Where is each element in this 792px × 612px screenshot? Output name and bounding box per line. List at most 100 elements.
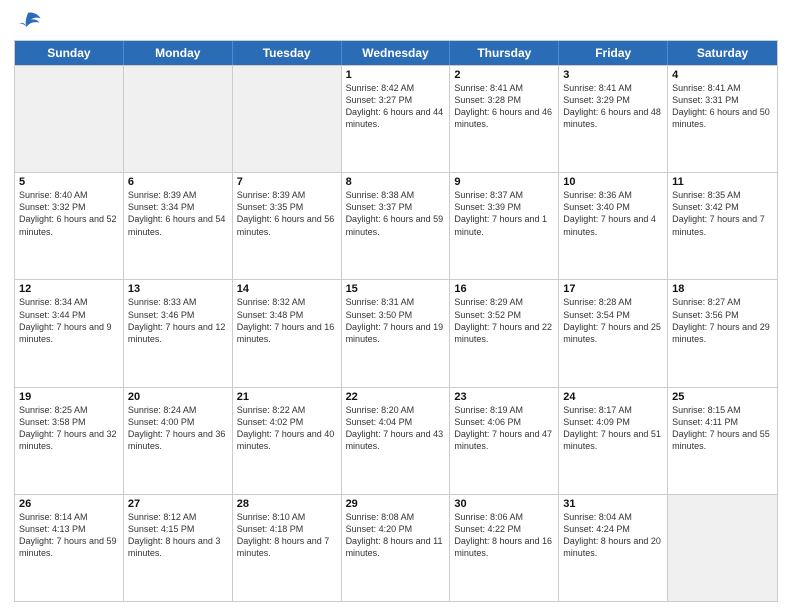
day-info: Sunrise: 8:41 AM Sunset: 3:28 PM Dayligh…	[454, 82, 554, 131]
day-cell-12: 12Sunrise: 8:34 AM Sunset: 3:44 PM Dayli…	[15, 280, 124, 386]
day-number: 12	[19, 283, 119, 295]
day-info: Sunrise: 8:20 AM Sunset: 4:04 PM Dayligh…	[346, 404, 446, 453]
empty-cell	[233, 66, 342, 172]
page: SundayMondayTuesdayWednesdayThursdayFrid…	[0, 0, 792, 612]
day-info: Sunrise: 8:08 AM Sunset: 4:20 PM Dayligh…	[346, 511, 446, 560]
day-cell-15: 15Sunrise: 8:31 AM Sunset: 3:50 PM Dayli…	[342, 280, 451, 386]
day-number: 6	[128, 176, 228, 188]
day-cell-20: 20Sunrise: 8:24 AM Sunset: 4:00 PM Dayli…	[124, 388, 233, 494]
day-info: Sunrise: 8:41 AM Sunset: 3:31 PM Dayligh…	[672, 82, 773, 131]
day-cell-8: 8Sunrise: 8:38 AM Sunset: 3:37 PM Daylig…	[342, 173, 451, 279]
day-info: Sunrise: 8:19 AM Sunset: 4:06 PM Dayligh…	[454, 404, 554, 453]
empty-cell	[668, 495, 777, 601]
day-number: 15	[346, 283, 446, 295]
day-cell-22: 22Sunrise: 8:20 AM Sunset: 4:04 PM Dayli…	[342, 388, 451, 494]
day-number: 28	[237, 498, 337, 510]
day-number: 18	[672, 283, 773, 295]
day-cell-4: 4Sunrise: 8:41 AM Sunset: 3:31 PM Daylig…	[668, 66, 777, 172]
day-cell-30: 30Sunrise: 8:06 AM Sunset: 4:22 PM Dayli…	[450, 495, 559, 601]
day-info: Sunrise: 8:41 AM Sunset: 3:29 PM Dayligh…	[563, 82, 663, 131]
day-info: Sunrise: 8:24 AM Sunset: 4:00 PM Dayligh…	[128, 404, 228, 453]
day-number: 21	[237, 391, 337, 403]
day-number: 13	[128, 283, 228, 295]
day-number: 3	[563, 69, 663, 81]
day-info: Sunrise: 8:04 AM Sunset: 4:24 PM Dayligh…	[563, 511, 663, 560]
calendar-header: SundayMondayTuesdayWednesdayThursdayFrid…	[15, 41, 777, 65]
day-cell-9: 9Sunrise: 8:37 AM Sunset: 3:39 PM Daylig…	[450, 173, 559, 279]
header	[14, 10, 778, 34]
day-cell-28: 28Sunrise: 8:10 AM Sunset: 4:18 PM Dayli…	[233, 495, 342, 601]
day-number: 26	[19, 498, 119, 510]
day-number: 24	[563, 391, 663, 403]
day-cell-27: 27Sunrise: 8:12 AM Sunset: 4:15 PM Dayli…	[124, 495, 233, 601]
day-cell-19: 19Sunrise: 8:25 AM Sunset: 3:58 PM Dayli…	[15, 388, 124, 494]
weekday-header-wednesday: Wednesday	[342, 41, 451, 65]
day-number: 4	[672, 69, 773, 81]
weekday-header-sunday: Sunday	[15, 41, 124, 65]
calendar: SundayMondayTuesdayWednesdayThursdayFrid…	[14, 40, 778, 602]
day-info: Sunrise: 8:28 AM Sunset: 3:54 PM Dayligh…	[563, 296, 663, 345]
day-info: Sunrise: 8:06 AM Sunset: 4:22 PM Dayligh…	[454, 511, 554, 560]
day-info: Sunrise: 8:37 AM Sunset: 3:39 PM Dayligh…	[454, 189, 554, 238]
day-number: 11	[672, 176, 773, 188]
day-info: Sunrise: 8:39 AM Sunset: 3:34 PM Dayligh…	[128, 189, 228, 238]
day-info: Sunrise: 8:25 AM Sunset: 3:58 PM Dayligh…	[19, 404, 119, 453]
day-info: Sunrise: 8:34 AM Sunset: 3:44 PM Dayligh…	[19, 296, 119, 345]
day-number: 23	[454, 391, 554, 403]
day-info: Sunrise: 8:29 AM Sunset: 3:52 PM Dayligh…	[454, 296, 554, 345]
day-info: Sunrise: 8:33 AM Sunset: 3:46 PM Dayligh…	[128, 296, 228, 345]
day-number: 8	[346, 176, 446, 188]
day-info: Sunrise: 8:22 AM Sunset: 4:02 PM Dayligh…	[237, 404, 337, 453]
day-info: Sunrise: 8:40 AM Sunset: 3:32 PM Dayligh…	[19, 189, 119, 238]
day-info: Sunrise: 8:42 AM Sunset: 3:27 PM Dayligh…	[346, 82, 446, 131]
day-info: Sunrise: 8:14 AM Sunset: 4:13 PM Dayligh…	[19, 511, 119, 560]
logo-icon	[14, 10, 42, 34]
day-cell-14: 14Sunrise: 8:32 AM Sunset: 3:48 PM Dayli…	[233, 280, 342, 386]
day-cell-6: 6Sunrise: 8:39 AM Sunset: 3:34 PM Daylig…	[124, 173, 233, 279]
weekday-header-tuesday: Tuesday	[233, 41, 342, 65]
day-cell-31: 31Sunrise: 8:04 AM Sunset: 4:24 PM Dayli…	[559, 495, 668, 601]
day-info: Sunrise: 8:36 AM Sunset: 3:40 PM Dayligh…	[563, 189, 663, 238]
day-cell-11: 11Sunrise: 8:35 AM Sunset: 3:42 PM Dayli…	[668, 173, 777, 279]
empty-cell	[15, 66, 124, 172]
calendar-row-3: 12Sunrise: 8:34 AM Sunset: 3:44 PM Dayli…	[15, 279, 777, 386]
day-cell-5: 5Sunrise: 8:40 AM Sunset: 3:32 PM Daylig…	[15, 173, 124, 279]
day-cell-3: 3Sunrise: 8:41 AM Sunset: 3:29 PM Daylig…	[559, 66, 668, 172]
day-cell-1: 1Sunrise: 8:42 AM Sunset: 3:27 PM Daylig…	[342, 66, 451, 172]
day-number: 10	[563, 176, 663, 188]
calendar-row-1: 1Sunrise: 8:42 AM Sunset: 3:27 PM Daylig…	[15, 65, 777, 172]
day-cell-10: 10Sunrise: 8:36 AM Sunset: 3:40 PM Dayli…	[559, 173, 668, 279]
calendar-row-2: 5Sunrise: 8:40 AM Sunset: 3:32 PM Daylig…	[15, 172, 777, 279]
day-number: 25	[672, 391, 773, 403]
weekday-header-friday: Friday	[559, 41, 668, 65]
day-info: Sunrise: 8:32 AM Sunset: 3:48 PM Dayligh…	[237, 296, 337, 345]
day-number: 27	[128, 498, 228, 510]
day-number: 1	[346, 69, 446, 81]
day-info: Sunrise: 8:35 AM Sunset: 3:42 PM Dayligh…	[672, 189, 773, 238]
day-info: Sunrise: 8:38 AM Sunset: 3:37 PM Dayligh…	[346, 189, 446, 238]
calendar-row-5: 26Sunrise: 8:14 AM Sunset: 4:13 PM Dayli…	[15, 494, 777, 601]
day-info: Sunrise: 8:31 AM Sunset: 3:50 PM Dayligh…	[346, 296, 446, 345]
day-cell-2: 2Sunrise: 8:41 AM Sunset: 3:28 PM Daylig…	[450, 66, 559, 172]
empty-cell	[124, 66, 233, 172]
calendar-row-4: 19Sunrise: 8:25 AM Sunset: 3:58 PM Dayli…	[15, 387, 777, 494]
day-info: Sunrise: 8:12 AM Sunset: 4:15 PM Dayligh…	[128, 511, 228, 560]
day-info: Sunrise: 8:15 AM Sunset: 4:11 PM Dayligh…	[672, 404, 773, 453]
day-number: 20	[128, 391, 228, 403]
day-cell-17: 17Sunrise: 8:28 AM Sunset: 3:54 PM Dayli…	[559, 280, 668, 386]
day-number: 31	[563, 498, 663, 510]
weekday-header-saturday: Saturday	[668, 41, 777, 65]
day-cell-18: 18Sunrise: 8:27 AM Sunset: 3:56 PM Dayli…	[668, 280, 777, 386]
day-cell-21: 21Sunrise: 8:22 AM Sunset: 4:02 PM Dayli…	[233, 388, 342, 494]
day-cell-26: 26Sunrise: 8:14 AM Sunset: 4:13 PM Dayli…	[15, 495, 124, 601]
day-cell-13: 13Sunrise: 8:33 AM Sunset: 3:46 PM Dayli…	[124, 280, 233, 386]
day-number: 5	[19, 176, 119, 188]
day-cell-7: 7Sunrise: 8:39 AM Sunset: 3:35 PM Daylig…	[233, 173, 342, 279]
day-info: Sunrise: 8:17 AM Sunset: 4:09 PM Dayligh…	[563, 404, 663, 453]
day-number: 9	[454, 176, 554, 188]
day-cell-29: 29Sunrise: 8:08 AM Sunset: 4:20 PM Dayli…	[342, 495, 451, 601]
day-cell-23: 23Sunrise: 8:19 AM Sunset: 4:06 PM Dayli…	[450, 388, 559, 494]
day-number: 30	[454, 498, 554, 510]
weekday-header-thursday: Thursday	[450, 41, 559, 65]
day-cell-16: 16Sunrise: 8:29 AM Sunset: 3:52 PM Dayli…	[450, 280, 559, 386]
